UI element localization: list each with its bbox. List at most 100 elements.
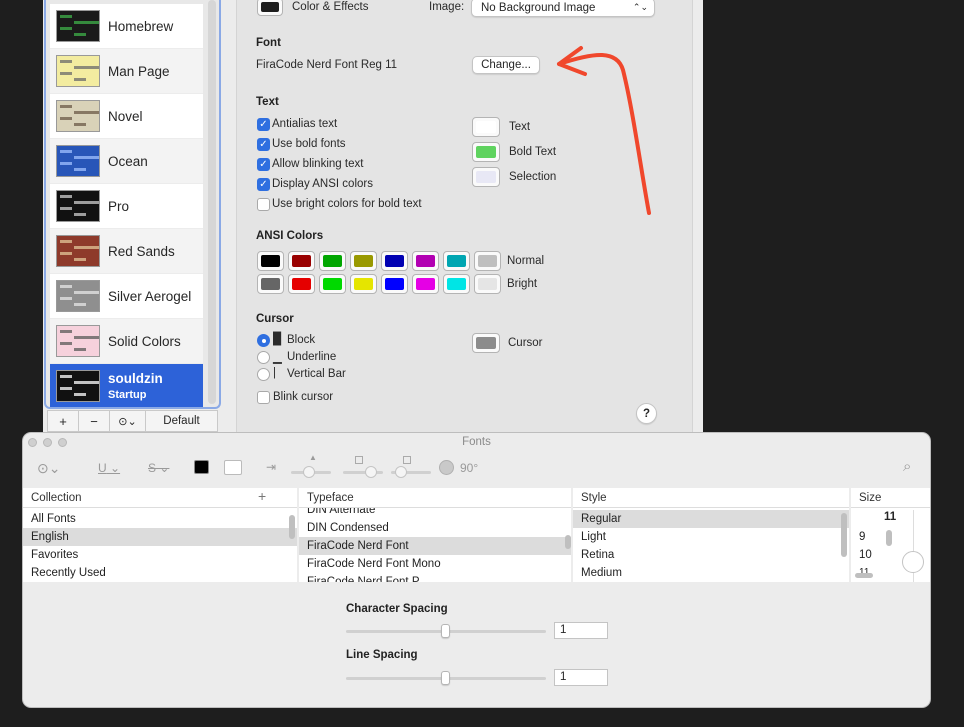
style-item[interactable]: Medium — [573, 564, 849, 582]
collection-item[interactable]: Favorites — [23, 546, 297, 564]
typeface-item[interactable]: DIN Alternate — [299, 508, 571, 519]
collection-item[interactable]: All Fonts — [23, 510, 297, 528]
help-button[interactable]: ? — [636, 403, 657, 424]
underline-menu[interactable]: U ⌄ — [98, 461, 120, 475]
cursor-style-radio[interactable] — [257, 368, 270, 381]
shadow-angle-dial[interactable] — [439, 460, 454, 475]
checkmark-icon: ✓ — [259, 178, 268, 190]
shadow-angle-value: 90° — [460, 461, 479, 475]
text-color-well[interactable] — [194, 460, 209, 474]
fonts-panel-title: Fonts — [462, 436, 491, 448]
ansi-normal-color-well[interactable] — [319, 251, 346, 271]
text-color-label: Text — [509, 121, 531, 133]
ansi-normal-color-well[interactable] — [288, 251, 315, 271]
add-collection-button[interactable]: + — [258, 488, 266, 504]
ansi-bright-color-well[interactable] — [443, 274, 470, 294]
text-color-well[interactable] — [472, 142, 500, 162]
profile-item[interactable]: Ocean — [50, 139, 203, 184]
text-heading: Text — [256, 96, 279, 108]
change-font-button[interactable]: Change... — [472, 56, 540, 74]
style-item[interactable]: Regular — [573, 510, 849, 528]
collection-item[interactable]: Recently Used — [23, 564, 297, 582]
background-image-select[interactable]: No Background Image ⌃⌄ — [471, 0, 655, 17]
text-shadow-icon[interactable]: ⇥ — [266, 460, 276, 474]
shadow-blur-slider[interactable] — [343, 471, 383, 474]
cursor-glyph: ▁ — [273, 352, 282, 364]
ansi-bright-color-well[interactable] — [288, 274, 315, 294]
ansi-bright-color-well[interactable] — [257, 274, 284, 294]
profile-thumbnail — [56, 145, 100, 177]
shadow-offset-knob[interactable] — [395, 466, 407, 478]
text-color-well[interactable] — [472, 167, 500, 187]
profile-actions-menu-button[interactable]: ⊙⌄ — [110, 411, 146, 431]
profile-name: Pro — [108, 198, 130, 214]
shadow-opacity-knob[interactable] — [303, 466, 315, 478]
profile-item[interactable]: Red Sands — [50, 229, 203, 274]
cursor-style-label: Block — [287, 334, 316, 346]
size-slider-knob[interactable] — [902, 551, 924, 573]
ansi-normal-color-well[interactable] — [381, 251, 408, 271]
style-item[interactable]: Retina — [573, 546, 849, 564]
text-option-checkbox[interactable]: ✓ — [257, 158, 270, 171]
typeface-item[interactable]: FiraCode Nerd Font — [299, 537, 571, 555]
profile-item[interactable]: Novel — [50, 94, 203, 139]
collection-scrollbar[interactable] — [289, 515, 295, 539]
ansi-normal-color-well[interactable] — [257, 251, 284, 271]
typeface-item[interactable]: DIN Condensed — [299, 519, 571, 537]
ansi-bright-color-well[interactable] — [350, 274, 377, 294]
actions-menu-icon[interactable]: ⊙⌄ — [37, 460, 60, 477]
collection-item[interactable]: English — [23, 528, 297, 546]
ansi-bright-color-well[interactable] — [381, 274, 408, 294]
cursor-style-radio[interactable] — [257, 351, 270, 364]
character-spacing-knob[interactable] — [441, 624, 450, 638]
profile-item[interactable]: Homebrew — [50, 4, 203, 49]
background-color-well[interactable] — [257, 0, 283, 16]
add-profile-button[interactable]: + — [48, 411, 79, 431]
profile-item[interactable]: Solid Colors — [50, 319, 203, 364]
size-horizontal-scrollbar[interactable] — [855, 573, 873, 578]
ansi-normal-color-well[interactable] — [474, 251, 501, 271]
blink-cursor-checkbox[interactable] — [257, 391, 270, 404]
cursor-color-well[interactable] — [472, 333, 500, 353]
text-option-checkbox[interactable]: ✓ — [257, 118, 270, 131]
ansi-colors-heading: ANSI Colors — [256, 230, 324, 242]
default-profile-button[interactable]: Default — [146, 411, 217, 431]
shadow-blur-knob[interactable] — [365, 466, 377, 478]
document-color-well[interactable] — [224, 460, 242, 475]
line-spacing-knob[interactable] — [441, 671, 450, 685]
profile-thumbnail — [56, 55, 100, 87]
style-scrollbar[interactable] — [841, 513, 847, 557]
size-input[interactable]: 11 — [851, 510, 930, 528]
remove-profile-button[interactable]: − — [79, 411, 110, 431]
cursor-heading: Cursor — [256, 313, 294, 325]
text-option-label: Display ANSI colors — [272, 178, 373, 190]
fonts-panel: Fonts ⊙⌄ U ⌄ S ⌄ ⇥ ▲ 90° ⌕ Collection + … — [23, 433, 930, 707]
strikethrough-menu[interactable]: S ⌄ — [148, 461, 169, 475]
ansi-bright-color-well[interactable] — [319, 274, 346, 294]
style-item[interactable]: Light — [573, 528, 849, 546]
line-spacing-input[interactable]: 1 — [554, 669, 608, 686]
ansi-normal-color-well[interactable] — [350, 251, 377, 271]
text-color-well[interactable] — [472, 117, 500, 137]
ansi-normal-color-well[interactable] — [443, 251, 470, 271]
profile-item[interactable]: souldzin Startup — [50, 364, 203, 407]
typeface-item[interactable]: FiraCode Nerd Font P... — [299, 573, 571, 582]
text-option-label: Use bold fonts — [272, 138, 346, 150]
ansi-bright-color-well[interactable] — [474, 274, 501, 294]
profile-list-scrollbar[interactable] — [208, 0, 216, 404]
profile-item[interactable]: Pro — [50, 184, 203, 229]
cursor-style-radio[interactable] — [257, 334, 270, 347]
typeface-item[interactable]: FiraCode Nerd Font Mono — [299, 555, 571, 573]
text-option-checkbox[interactable] — [257, 198, 270, 211]
size-scrollbar[interactable] — [886, 530, 892, 546]
ansi-normal-color-well[interactable] — [412, 251, 439, 271]
ansi-bright-color-well[interactable] — [412, 274, 439, 294]
profile-item[interactable]: Silver Aerogel — [50, 274, 203, 319]
typeface-scrollbar[interactable] — [565, 535, 571, 549]
profile-item[interactable]: Man Page — [50, 49, 203, 94]
collection-header: Collection — [23, 488, 297, 508]
search-icon[interactable]: ⌕ — [903, 458, 911, 475]
text-option-checkbox[interactable]: ✓ — [257, 178, 270, 191]
text-option-checkbox[interactable]: ✓ — [257, 138, 270, 151]
character-spacing-input[interactable]: 1 — [554, 622, 608, 639]
